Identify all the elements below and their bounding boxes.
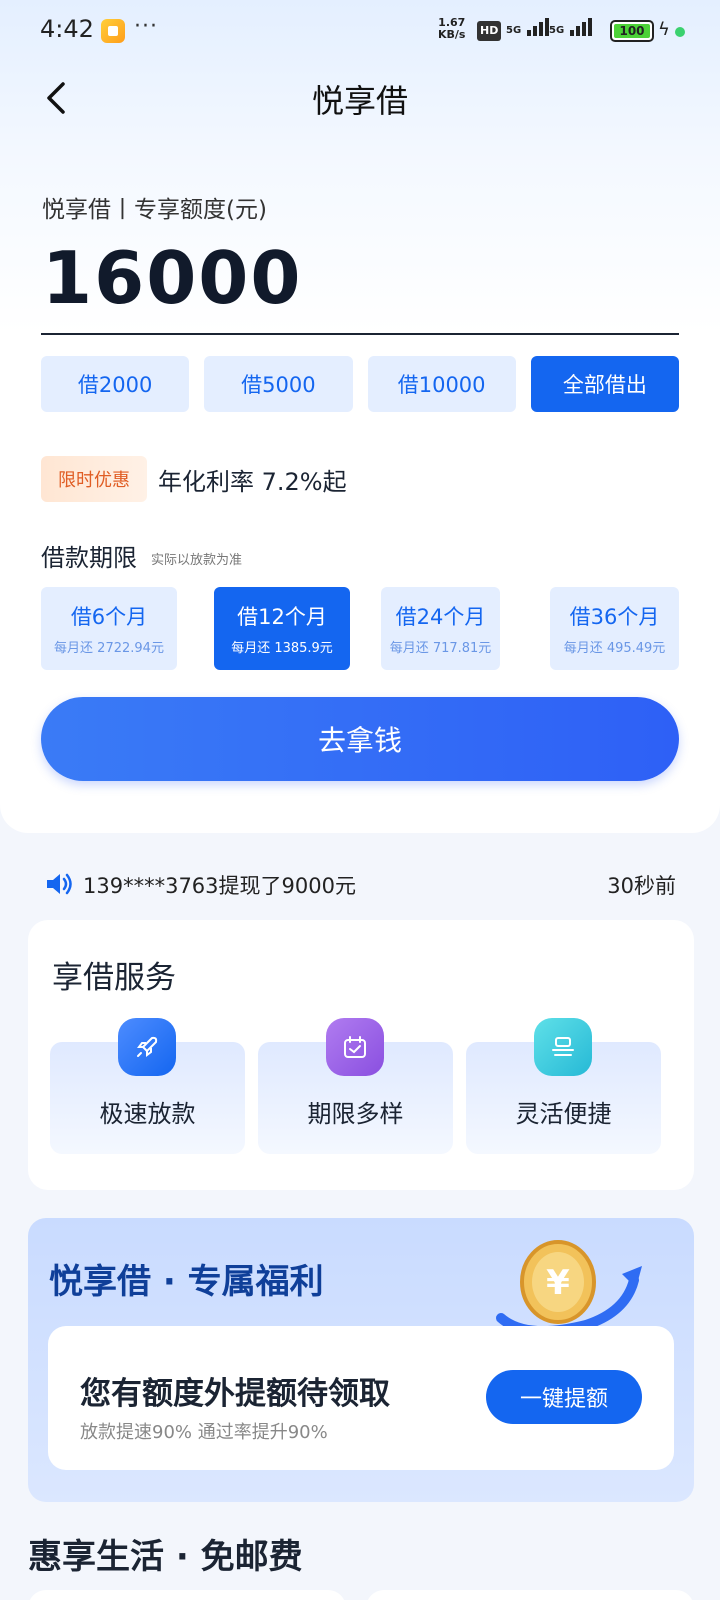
quota-increase-card: 您有额度外提额待领取 放款提速90% 通过率提升90% 一键提额	[48, 1326, 674, 1470]
service-convenient[interactable]: 灵活便捷	[466, 1018, 661, 1154]
notification-app-icon	[101, 19, 125, 43]
welfare-title: 悦享借 · 专属福利	[49, 1262, 324, 1302]
term-options: 借6个月 每月还 2722.94元 借12个月 每月还 1385.9元 借24个…	[41, 587, 679, 670]
life-section-title: 惠享生活 · 免邮费	[28, 1537, 303, 1577]
amount-underline	[41, 333, 679, 335]
page-title: 悦享借	[311, 82, 408, 120]
quick-amount-options: 借2000 借5000 借10000 全部借出	[41, 356, 679, 412]
services-title: 享借服务	[52, 960, 176, 996]
signal-icon-2: 5G	[549, 18, 592, 36]
term-note: 实际以放款为准	[151, 553, 243, 568]
withdrawal-ticker: 139****3763提现了9000元	[83, 874, 356, 898]
promo-badge: 限时优惠	[41, 456, 147, 502]
more-notifications-icon: ···	[134, 14, 158, 39]
charging-icon: ϟ	[658, 19, 670, 40]
svg-text:¥: ¥	[546, 1263, 570, 1303]
rocket-icon	[118, 1018, 176, 1076]
quota-increase-title: 您有额度外提额待领取	[80, 1376, 390, 1412]
term-option-24[interactable]: 借24个月 每月还 717.81元	[381, 587, 500, 670]
service-fast-loan[interactable]: 极速放款	[50, 1018, 245, 1154]
term-option-12[interactable]: 借12个月 每月还 1385.9元	[214, 587, 350, 670]
status-time: 4:42	[40, 15, 94, 43]
life-card-left[interactable]	[28, 1590, 346, 1600]
get-money-button[interactable]: 去拿钱	[41, 697, 679, 781]
life-card-right[interactable]	[366, 1590, 694, 1600]
ticker-time: 30秒前	[607, 874, 676, 898]
one-click-increase-button[interactable]: 一键提额	[486, 1370, 642, 1424]
status-bar: 4:42 ··· 1.67 KB/s HD 5G 5G 100 ϟ	[0, 0, 720, 64]
calendar-icon	[326, 1018, 384, 1076]
term-option-36[interactable]: 借36个月 每月还 495.49元	[550, 587, 679, 670]
welfare-banner: 悦享借 · 专属福利 ¥ 您有额度外提额待领取 放款提速90% 通过率提升90%…	[28, 1218, 694, 1502]
signal-icon: 5G	[506, 18, 549, 36]
quick-amount-all[interactable]: 全部借出	[530, 356, 679, 412]
quick-amount-2000[interactable]: 借2000	[41, 356, 190, 412]
battery-icon: 100	[610, 20, 654, 42]
quick-amount-5000[interactable]: 借5000	[204, 356, 353, 412]
interest-rate-text: 年化利率 7.2%起	[158, 468, 347, 496]
network-speed: 1.67 KB/s	[438, 16, 466, 41]
quota-increase-subtitle: 放款提速90% 通过率提升90%	[80, 1422, 328, 1443]
loan-amount-input[interactable]: 16000	[42, 236, 303, 320]
quick-amount-10000[interactable]: 借10000	[367, 356, 516, 412]
status-dot-icon	[675, 27, 685, 37]
coin-icon: ¥	[496, 1240, 642, 1337]
term-option-6[interactable]: 借6个月 每月还 2722.94元	[41, 587, 177, 670]
quota-label: 悦享借丨专享额度(元)	[42, 197, 267, 223]
service-flexible-terms[interactable]: 期限多样	[258, 1018, 453, 1154]
stack-icon	[534, 1018, 592, 1076]
term-title: 借款期限	[41, 544, 137, 572]
hd-voice-icon: HD	[477, 21, 502, 41]
services-card: 享借服务 极速放款 期限多样 灵活便捷	[28, 920, 694, 1190]
speaker-icon	[47, 873, 72, 895]
